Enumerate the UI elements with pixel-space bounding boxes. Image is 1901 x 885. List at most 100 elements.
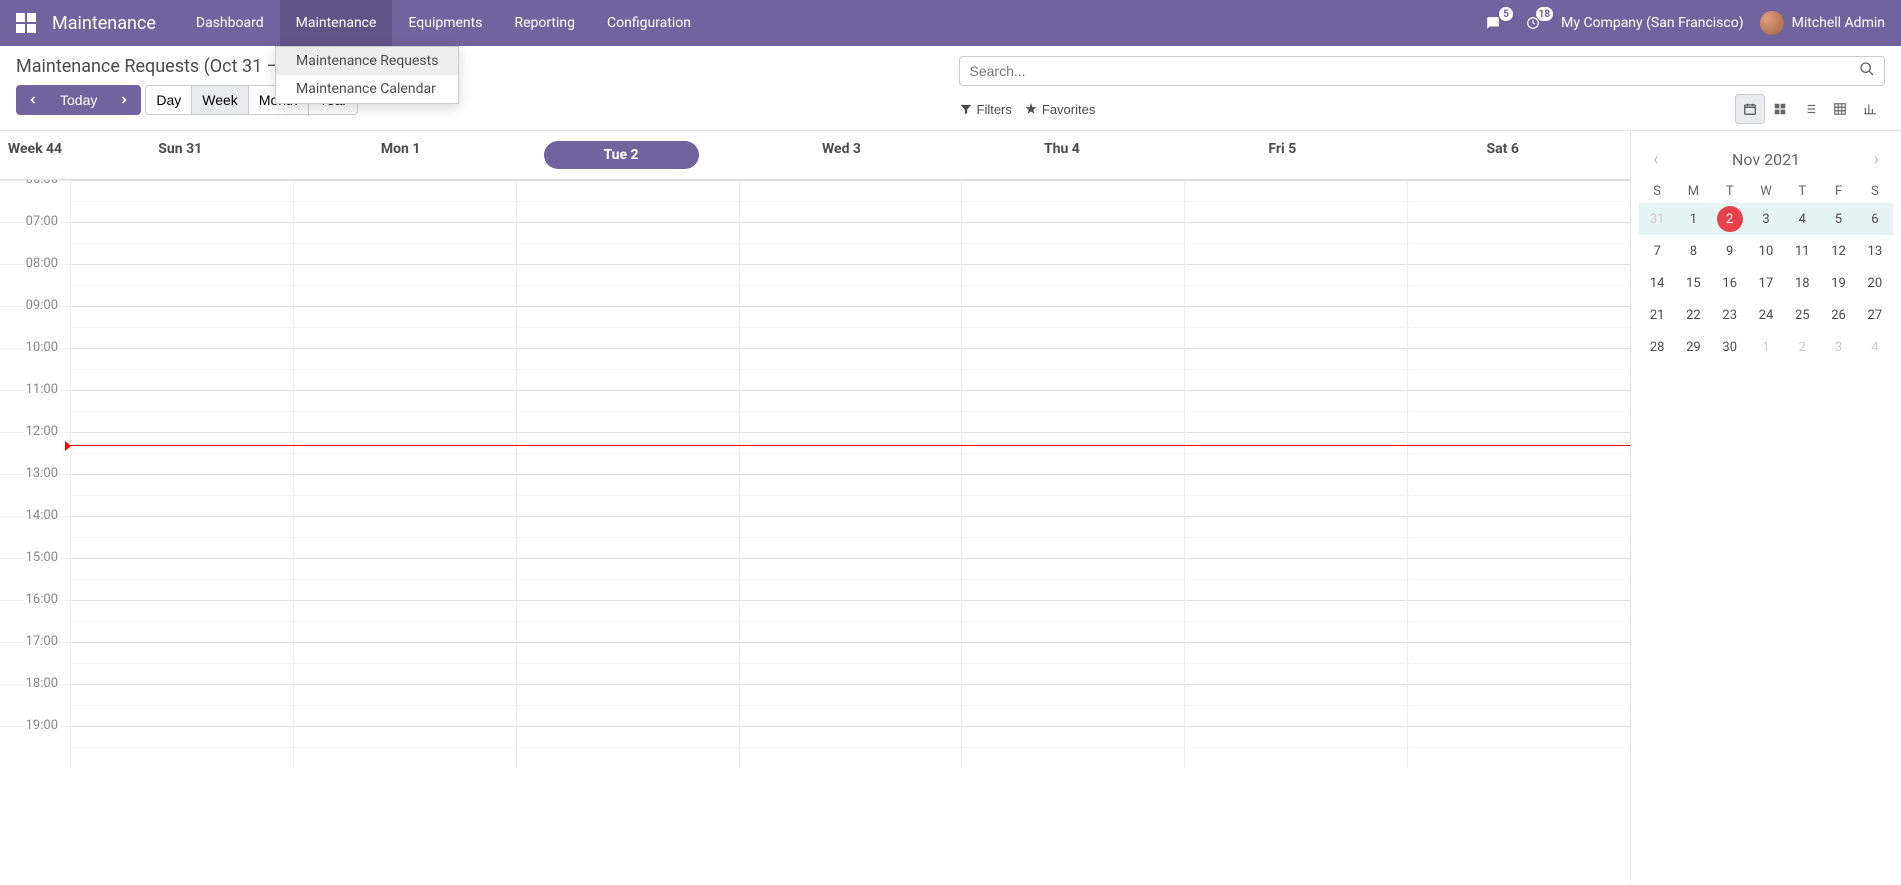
apps-icon[interactable] bbox=[16, 13, 36, 33]
mini-cal-dow: S bbox=[1857, 180, 1893, 203]
mini-cal-day[interactable]: 31 bbox=[1639, 203, 1675, 235]
mini-cal-day[interactable]: 18 bbox=[1784, 267, 1820, 299]
mini-cal-day[interactable]: 10 bbox=[1748, 235, 1784, 267]
view-switcher bbox=[1735, 94, 1885, 124]
search-icon[interactable] bbox=[1859, 61, 1875, 81]
day-columns[interactable] bbox=[70, 180, 1630, 768]
messages-badge: 5 bbox=[1499, 7, 1513, 21]
mini-cal-day[interactable]: 15 bbox=[1675, 267, 1711, 299]
dropdown-item[interactable]: Maintenance Requests bbox=[276, 47, 458, 75]
next-button[interactable] bbox=[107, 85, 141, 115]
mini-cal-day[interactable]: 27 bbox=[1857, 299, 1893, 331]
mini-calendar: SMTWTFS 31123456789101112131415161718192… bbox=[1639, 180, 1893, 363]
mini-cal-day[interactable]: 13 bbox=[1857, 235, 1893, 267]
search-input[interactable] bbox=[959, 56, 1886, 86]
favorites-button[interactable]: Favorites bbox=[1024, 102, 1095, 117]
scale-week[interactable]: Week bbox=[191, 85, 249, 115]
mini-cal-dow: W bbox=[1748, 180, 1784, 203]
navbar-right: 5 18 My Company (San Francisco) Mitchell… bbox=[1481, 11, 1885, 35]
mini-cal-day[interactable]: 2 bbox=[1784, 331, 1820, 363]
mini-cal-day[interactable]: 9 bbox=[1712, 235, 1748, 267]
mini-cal-day[interactable]: 14 bbox=[1639, 267, 1675, 299]
prev-button[interactable] bbox=[16, 85, 50, 115]
mini-cal-day[interactable]: 29 bbox=[1675, 331, 1711, 363]
nav-item-dashboard[interactable]: Dashboard bbox=[180, 0, 280, 46]
view-list[interactable] bbox=[1795, 94, 1825, 124]
mini-cal-day[interactable]: 11 bbox=[1784, 235, 1820, 267]
nav-item-equipments[interactable]: Equipments bbox=[392, 0, 498, 46]
mini-cal-day[interactable]: 17 bbox=[1748, 267, 1784, 299]
mini-cal-day[interactable]: 8 bbox=[1675, 235, 1711, 267]
mini-cal-day[interactable]: 6 bbox=[1857, 203, 1893, 235]
nav-item-reporting[interactable]: Reporting bbox=[498, 0, 591, 46]
day-header[interactable]: Tue 2 bbox=[511, 137, 731, 173]
maintenance-dropdown: Maintenance RequestsMaintenance Calendar bbox=[275, 46, 459, 104]
filters-button[interactable]: Filters bbox=[959, 102, 1012, 117]
day-column[interactable] bbox=[1407, 180, 1630, 768]
mini-cal-day[interactable]: 3 bbox=[1748, 203, 1784, 235]
mini-cal-day[interactable]: 23 bbox=[1712, 299, 1748, 331]
mini-cal-day[interactable]: 26 bbox=[1820, 299, 1856, 331]
navbar: Maintenance DashboardMaintenanceEquipmen… bbox=[0, 0, 1901, 46]
mini-cal-day[interactable]: 12 bbox=[1820, 235, 1856, 267]
nav-item-configuration[interactable]: Configuration bbox=[591, 0, 707, 46]
scale-day[interactable]: Day bbox=[145, 85, 192, 115]
mini-cal-day[interactable]: 30 bbox=[1712, 331, 1748, 363]
navbar-menu: DashboardMaintenanceEquipmentsReportingC… bbox=[180, 0, 707, 46]
day-column[interactable] bbox=[739, 180, 962, 768]
mini-cal-dow: T bbox=[1784, 180, 1820, 203]
mini-cal-dow: F bbox=[1820, 180, 1856, 203]
app-brand[interactable]: Maintenance bbox=[52, 13, 156, 34]
mini-cal-prev[interactable]: ‹ bbox=[1647, 147, 1664, 172]
day-header[interactable]: Sat 6 bbox=[1393, 137, 1613, 173]
day-header[interactable]: Wed 3 bbox=[731, 137, 951, 173]
mini-cal-day[interactable]: 5 bbox=[1820, 203, 1856, 235]
view-graph[interactable] bbox=[1855, 94, 1885, 124]
day-column[interactable] bbox=[516, 180, 739, 768]
mini-cal-day[interactable]: 1 bbox=[1748, 331, 1784, 363]
time-label: 19:00 bbox=[0, 726, 70, 768]
mini-cal-dow: S bbox=[1639, 180, 1675, 203]
mini-cal-day[interactable]: 3 bbox=[1820, 331, 1856, 363]
view-calendar[interactable] bbox=[1735, 94, 1765, 124]
view-pivot[interactable] bbox=[1825, 94, 1855, 124]
filters-label: Filters bbox=[977, 102, 1012, 117]
mini-cal-day[interactable]: 19 bbox=[1820, 267, 1856, 299]
day-header[interactable]: Mon 1 bbox=[290, 137, 510, 173]
mini-cal-day[interactable]: 4 bbox=[1784, 203, 1820, 235]
day-header[interactable]: Thu 4 bbox=[952, 137, 1172, 173]
mini-cal-day[interactable]: 7 bbox=[1639, 235, 1675, 267]
mini-cal-day[interactable]: 16 bbox=[1712, 267, 1748, 299]
nav-item-maintenance[interactable]: Maintenance bbox=[280, 0, 393, 46]
mini-cal-dow: T bbox=[1712, 180, 1748, 203]
mini-cal-day[interactable]: 22 bbox=[1675, 299, 1711, 331]
day-column[interactable] bbox=[1184, 180, 1407, 768]
mini-cal-next[interactable]: › bbox=[1868, 147, 1885, 172]
calendar-sidebar: ‹ Nov 2021 › SMTWTFS 3112345678910111213… bbox=[1631, 131, 1901, 881]
dropdown-item[interactable]: Maintenance Calendar bbox=[276, 75, 458, 103]
main: Week 44 Sun 31Mon 1Tue 2Wed 3Thu 4Fri 5S… bbox=[0, 131, 1901, 881]
day-column[interactable] bbox=[293, 180, 516, 768]
calendar-header-row: Week 44 Sun 31Mon 1Tue 2Wed 3Thu 4Fri 5S… bbox=[0, 131, 1630, 180]
mini-cal-day[interactable]: 28 bbox=[1639, 331, 1675, 363]
calendar-body[interactable]: 06:0007:0008:0009:0010:0011:0012:0013:00… bbox=[0, 180, 1630, 881]
mini-cal-day[interactable]: 20 bbox=[1857, 267, 1893, 299]
user-name: Mitchell Admin bbox=[1792, 15, 1885, 31]
user-menu[interactable]: Mitchell Admin bbox=[1760, 11, 1885, 35]
day-column[interactable] bbox=[961, 180, 1184, 768]
mini-cal-day[interactable]: 25 bbox=[1784, 299, 1820, 331]
time-column: 06:0007:0008:0009:0010:0011:0012:0013:00… bbox=[0, 180, 70, 768]
company-switcher[interactable]: My Company (San Francisco) bbox=[1561, 15, 1743, 31]
today-button[interactable]: Today bbox=[49, 85, 108, 115]
mini-cal-day[interactable]: 4 bbox=[1857, 331, 1893, 363]
mini-cal-day[interactable]: 21 bbox=[1639, 299, 1675, 331]
view-kanban[interactable] bbox=[1765, 94, 1795, 124]
day-header[interactable]: Sun 31 bbox=[70, 137, 290, 173]
day-column[interactable] bbox=[70, 180, 293, 768]
messages-icon[interactable]: 5 bbox=[1481, 11, 1505, 35]
mini-cal-day[interactable]: 1 bbox=[1675, 203, 1711, 235]
activities-icon[interactable]: 18 bbox=[1521, 11, 1545, 35]
mini-cal-day[interactable]: 24 bbox=[1748, 299, 1784, 331]
day-header[interactable]: Fri 5 bbox=[1172, 137, 1392, 173]
mini-cal-day[interactable]: 2 bbox=[1712, 203, 1748, 235]
